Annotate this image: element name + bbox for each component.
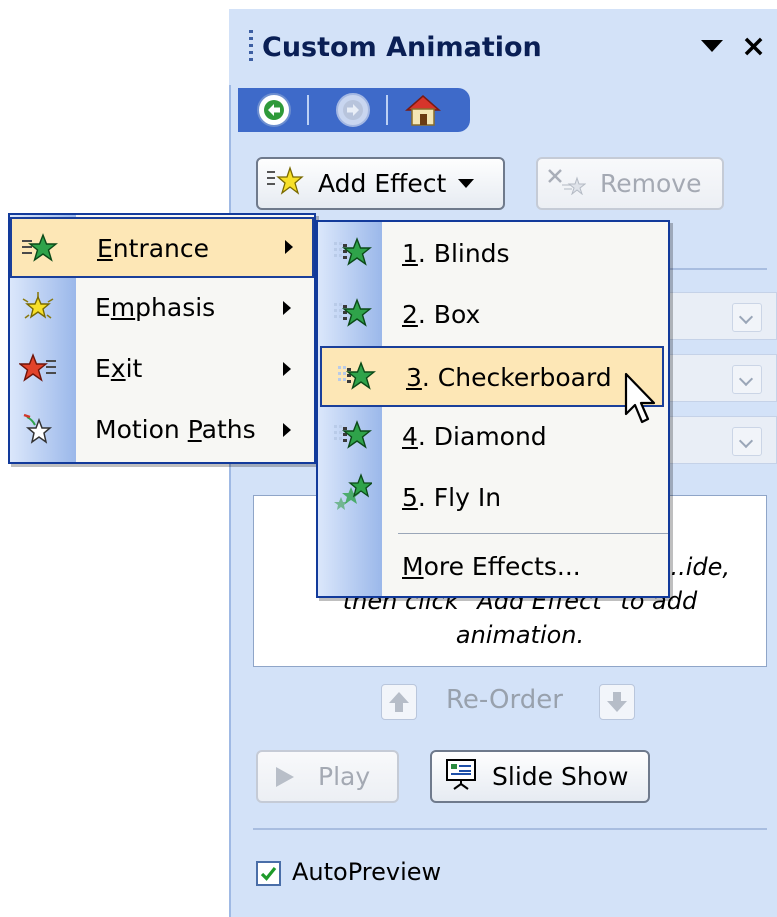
menu-item-label: Entrance [97,234,210,263]
nav-separator [307,95,309,125]
menu-item-label: More Effects... [402,552,581,581]
menu-separator [398,533,668,534]
reorder-down-button[interactable] [599,684,635,720]
checkmark-icon [260,866,277,881]
reorder-up-button[interactable] [381,684,417,720]
slide-show-button[interactable]: Slide Show [430,750,650,803]
arrow-up-icon [389,692,409,712]
add-effect-menu: Entrance Emphasis Exit Motion Paths [8,213,316,464]
entrance-effect-checkerboard[interactable]: 3. Checkerboard [320,346,664,407]
add-effect-label: Add Effect [318,169,447,198]
remove-icon [546,167,587,201]
entrance-star-icon [332,297,372,335]
pane-title: Custom Animation [262,32,542,63]
property-combo[interactable] [660,354,777,402]
back-arrow-icon[interactable] [257,93,291,127]
motion-path-star-icon [19,413,57,451]
entrance-effect-blinds[interactable]: 1. Blinds [318,224,668,285]
menu-item-more-effects[interactable]: More Effects... [318,537,668,598]
play-icon [276,766,294,787]
menu-item-label: 2. Box [402,300,481,329]
emphasis-star-icon [19,291,57,329]
pane-menu-arrow-icon[interactable] [701,40,723,52]
entrance-effect-diamond[interactable]: 4. Diamond [318,407,668,468]
home-icon[interactable] [403,92,443,128]
chevron-down-icon [458,179,475,188]
add-effect-button[interactable]: Add Effect [256,157,505,210]
menu-item-motion-paths[interactable]: Motion Paths [10,400,314,461]
submenu-arrow-icon [283,301,291,315]
entrance-submenu: 1. Blinds 2. Box 3. Checkerboard 4. Diamond… [316,220,670,598]
menu-item-label: 5. Fly In [402,483,502,512]
entrance-effect-fly-in[interactable]: 5. Fly In [318,468,668,529]
play-label: Play [318,762,371,791]
menu-item-exit[interactable]: Exit [10,339,314,400]
entrance-star-icon [21,232,59,270]
separator [253,828,767,830]
menu-item-label: Emphasis [95,293,216,322]
close-icon[interactable]: × [741,30,766,64]
menu-item-label: Motion Paths [95,415,256,444]
fly-in-star-icon [332,473,374,519]
submenu-arrow-icon [283,423,291,437]
chevron-down-icon[interactable] [732,365,762,394]
remove-label: Remove [600,169,702,198]
menu-item-entrance[interactable]: Entrance [10,217,314,278]
entrance-star-icon [336,360,376,398]
nav-separator [386,95,388,125]
menu-item-emphasis[interactable]: Emphasis [10,278,314,339]
start-combo[interactable] [660,292,777,340]
add-effect-star-icon [266,165,304,202]
speed-combo[interactable] [660,416,777,464]
entrance-star-icon [332,419,372,457]
slide-show-label: Slide Show [492,762,629,791]
autopreview-label: AutoPreview [292,858,442,886]
slide-show-icon [444,757,478,797]
remove-button[interactable]: Remove [536,157,724,210]
submenu-arrow-icon [283,362,291,376]
menu-item-label: 1. Blinds [402,239,510,268]
mouse-cursor-icon [624,372,658,436]
arrow-down-icon [607,692,627,712]
chevron-down-icon[interactable] [732,303,762,332]
grip-handle[interactable] [249,30,253,64]
exit-star-icon [18,352,57,390]
autopreview-checkbox[interactable] [256,861,281,886]
menu-item-label: 4. Diamond [402,422,547,451]
menu-item-label: Exit [95,354,143,383]
entrance-effect-box[interactable]: 2. Box [318,285,668,346]
forward-arrow-icon[interactable] [336,93,370,127]
play-button[interactable]: Play [256,750,399,803]
submenu-arrow-icon [285,240,293,254]
reorder-label: Re-Order [446,685,563,715]
menu-item-label: 3. Checkerboard [406,363,612,392]
hint-line: animation. [455,621,585,649]
entrance-star-icon [332,236,372,274]
chevron-down-icon[interactable] [732,427,762,456]
